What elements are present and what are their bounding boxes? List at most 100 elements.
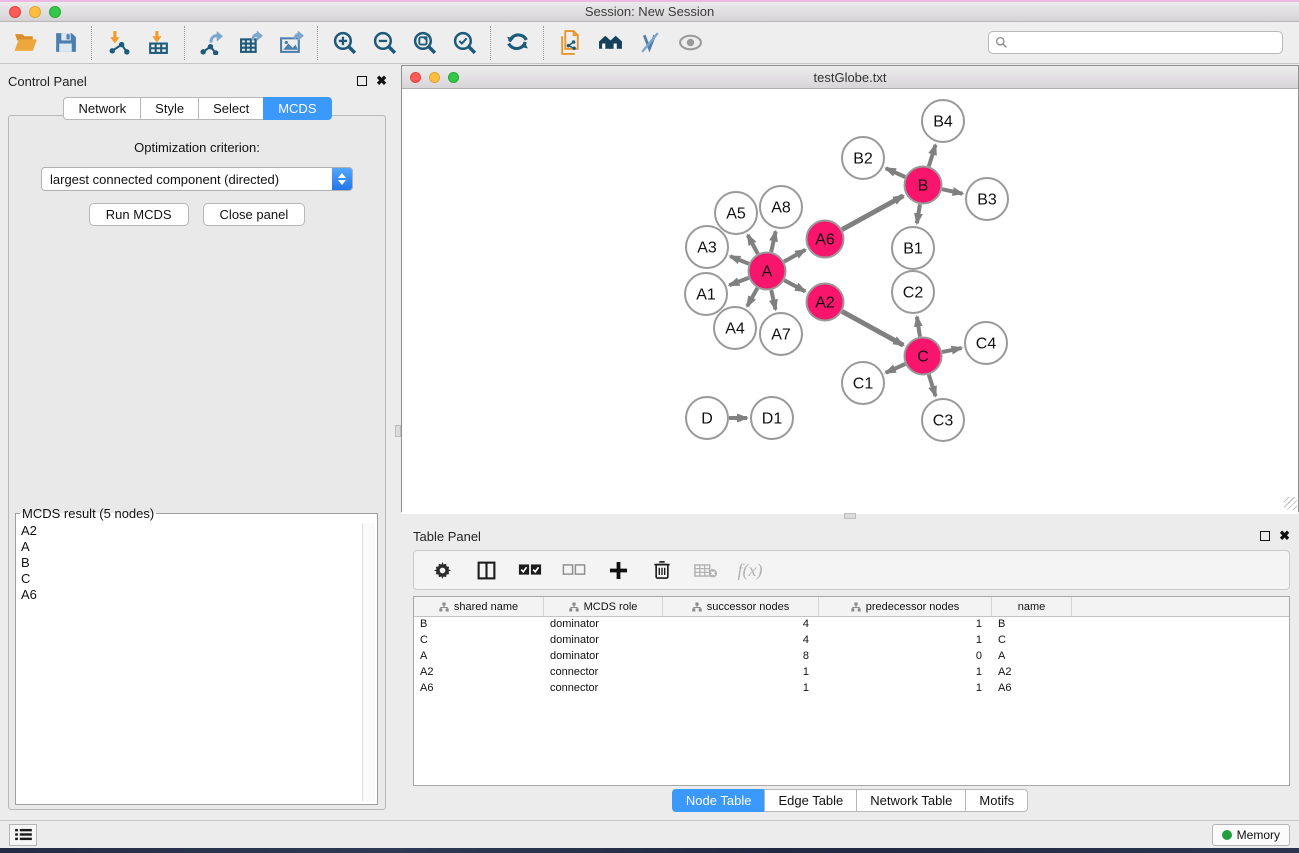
edge-A6-B[interactable]: [842, 196, 903, 230]
column-header-predecessor-nodes[interactable]: predecessor nodes: [819, 597, 992, 616]
table-row[interactable]: Adominator80A: [414, 649, 1289, 665]
float-panel-icon[interactable]: [357, 76, 367, 86]
show-all-eye-icon[interactable]: [677, 30, 703, 56]
search-input[interactable]: [1012, 36, 1276, 50]
table-cell[interactable]: 1: [819, 665, 992, 681]
import-table-icon[interactable]: [145, 30, 171, 56]
table-cell[interactable]: A: [992, 649, 1072, 665]
result-item[interactable]: C: [19, 571, 361, 587]
network-window-titlebar[interactable]: testGlobe.txt: [402, 66, 1298, 89]
horizontal-splitter[interactable]: [401, 512, 1299, 520]
table-cell[interactable]: 1: [663, 681, 819, 697]
table-cell[interactable]: B: [414, 617, 544, 633]
edge-B-B4[interactable]: [929, 145, 936, 167]
export-table-icon[interactable]: [238, 30, 264, 56]
save-session-icon[interactable]: [52, 30, 78, 56]
float-table-panel-icon[interactable]: [1260, 531, 1270, 541]
tab-select[interactable]: Select: [198, 97, 263, 120]
edge-C-C2[interactable]: [917, 317, 920, 337]
table-cell[interactable]: 0: [819, 649, 992, 665]
table-cell[interactable]: A6: [414, 681, 544, 697]
select-all-icon[interactable]: [518, 558, 542, 582]
result-item[interactable]: B: [19, 555, 361, 571]
tab-network-table[interactable]: Network Table: [856, 789, 965, 812]
column-header-name[interactable]: name: [992, 597, 1072, 616]
zoom-out-icon[interactable]: [371, 30, 397, 56]
edge-B-B1[interactable]: [917, 204, 920, 223]
tab-mcds[interactable]: MCDS: [263, 97, 331, 120]
table-cell[interactable]: 1: [663, 665, 819, 681]
edge-B-B2[interactable]: [886, 168, 905, 177]
tab-node-table[interactable]: Node Table: [672, 789, 765, 812]
table-cell[interactable]: A2: [992, 665, 1072, 681]
table-row[interactable]: A6connector11A6: [414, 681, 1289, 697]
close-panel-button[interactable]: Close panel: [203, 203, 306, 226]
edge-A-A5[interactable]: [748, 235, 758, 254]
table-cell[interactable]: A6: [992, 681, 1072, 697]
first-neighbors-icon[interactable]: [597, 30, 623, 56]
optimization-criterion-select[interactable]: largest connected component (directed): [41, 167, 353, 191]
result-item[interactable]: A: [19, 539, 361, 555]
edge-A-A8[interactable]: [771, 231, 775, 252]
edge-A-A4[interactable]: [747, 288, 757, 306]
table-cell[interactable]: B: [992, 617, 1072, 633]
edge-A-A7[interactable]: [771, 290, 775, 310]
export-image-icon[interactable]: [278, 30, 304, 56]
show-columns-icon[interactable]: [474, 558, 498, 582]
table-cell[interactable]: 1: [819, 681, 992, 697]
zoom-in-icon[interactable]: [331, 30, 357, 56]
table-cell[interactable]: dominator: [544, 633, 663, 649]
table-row[interactable]: Bdominator41B: [414, 617, 1289, 633]
result-scrollbar[interactable]: [362, 523, 375, 801]
result-item[interactable]: A6: [19, 587, 361, 603]
search-field[interactable]: [988, 31, 1283, 54]
edge-A-A2[interactable]: [784, 280, 805, 291]
zoom-selected-icon[interactable]: [451, 30, 477, 56]
edge-A-A1[interactable]: [729, 278, 748, 285]
open-file-icon[interactable]: [12, 30, 38, 56]
table-cell[interactable]: dominator: [544, 649, 663, 665]
column-header-successor-nodes[interactable]: successor nodes: [663, 597, 819, 616]
tab-motifs[interactable]: Motifs: [965, 789, 1028, 812]
network-canvas[interactable]: B4B2BB3A5A8A6B1A3AC2A1A2A4A7CC4C1C3DD1: [402, 89, 1298, 514]
window-resize-grip[interactable]: [1284, 497, 1297, 510]
table-cell[interactable]: connector: [544, 665, 663, 681]
table-cell[interactable]: 1: [819, 633, 992, 649]
zoom-fit-icon[interactable]: [411, 30, 437, 56]
table-cell[interactable]: C: [414, 633, 544, 649]
table-row[interactable]: A2connector11A2: [414, 665, 1289, 681]
table-cell[interactable]: A2: [414, 665, 544, 681]
close-table-panel-icon[interactable]: ✖: [1279, 531, 1290, 541]
node-table[interactable]: shared nameMCDS rolesuccessor nodesprede…: [413, 596, 1290, 786]
edge-A2-C[interactable]: [842, 311, 903, 345]
column-header-shared-name[interactable]: shared name: [414, 597, 544, 616]
table-cell[interactable]: 4: [663, 617, 819, 633]
edge-C-C4[interactable]: [942, 348, 961, 352]
hide-selected-icon[interactable]: [637, 30, 663, 56]
close-panel-icon[interactable]: ✖: [376, 76, 387, 86]
delete-table-icon[interactable]: [694, 558, 718, 582]
table-cell[interactable]: 8: [663, 649, 819, 665]
edge-C-C3[interactable]: [929, 375, 936, 397]
result-item[interactable]: A2: [19, 523, 361, 539]
edge-A-A3[interactable]: [730, 256, 749, 263]
table-cell[interactable]: 4: [663, 633, 819, 649]
deselect-all-icon[interactable]: [562, 558, 586, 582]
edge-A-A6[interactable]: [784, 250, 805, 262]
add-column-plus-icon[interactable]: [606, 558, 630, 582]
edge-C-C1[interactable]: [886, 364, 905, 373]
table-settings-gear-icon[interactable]: [430, 558, 454, 582]
tab-style[interactable]: Style: [140, 97, 198, 120]
apply-layout-icon[interactable]: [504, 30, 530, 56]
run-mcds-button[interactable]: Run MCDS: [89, 203, 189, 226]
table-cell[interactable]: dominator: [544, 617, 663, 633]
table-cell[interactable]: C: [992, 633, 1072, 649]
memory-button[interactable]: Memory: [1212, 824, 1290, 846]
import-network-icon[interactable]: [105, 30, 131, 56]
table-row[interactable]: Cdominator41C: [414, 633, 1289, 649]
delete-column-trash-icon[interactable]: [650, 558, 674, 582]
tab-edge-table[interactable]: Edge Table: [764, 789, 856, 812]
table-cell[interactable]: connector: [544, 681, 663, 697]
task-history-button[interactable]: [9, 824, 37, 846]
table-cell[interactable]: 1: [819, 617, 992, 633]
